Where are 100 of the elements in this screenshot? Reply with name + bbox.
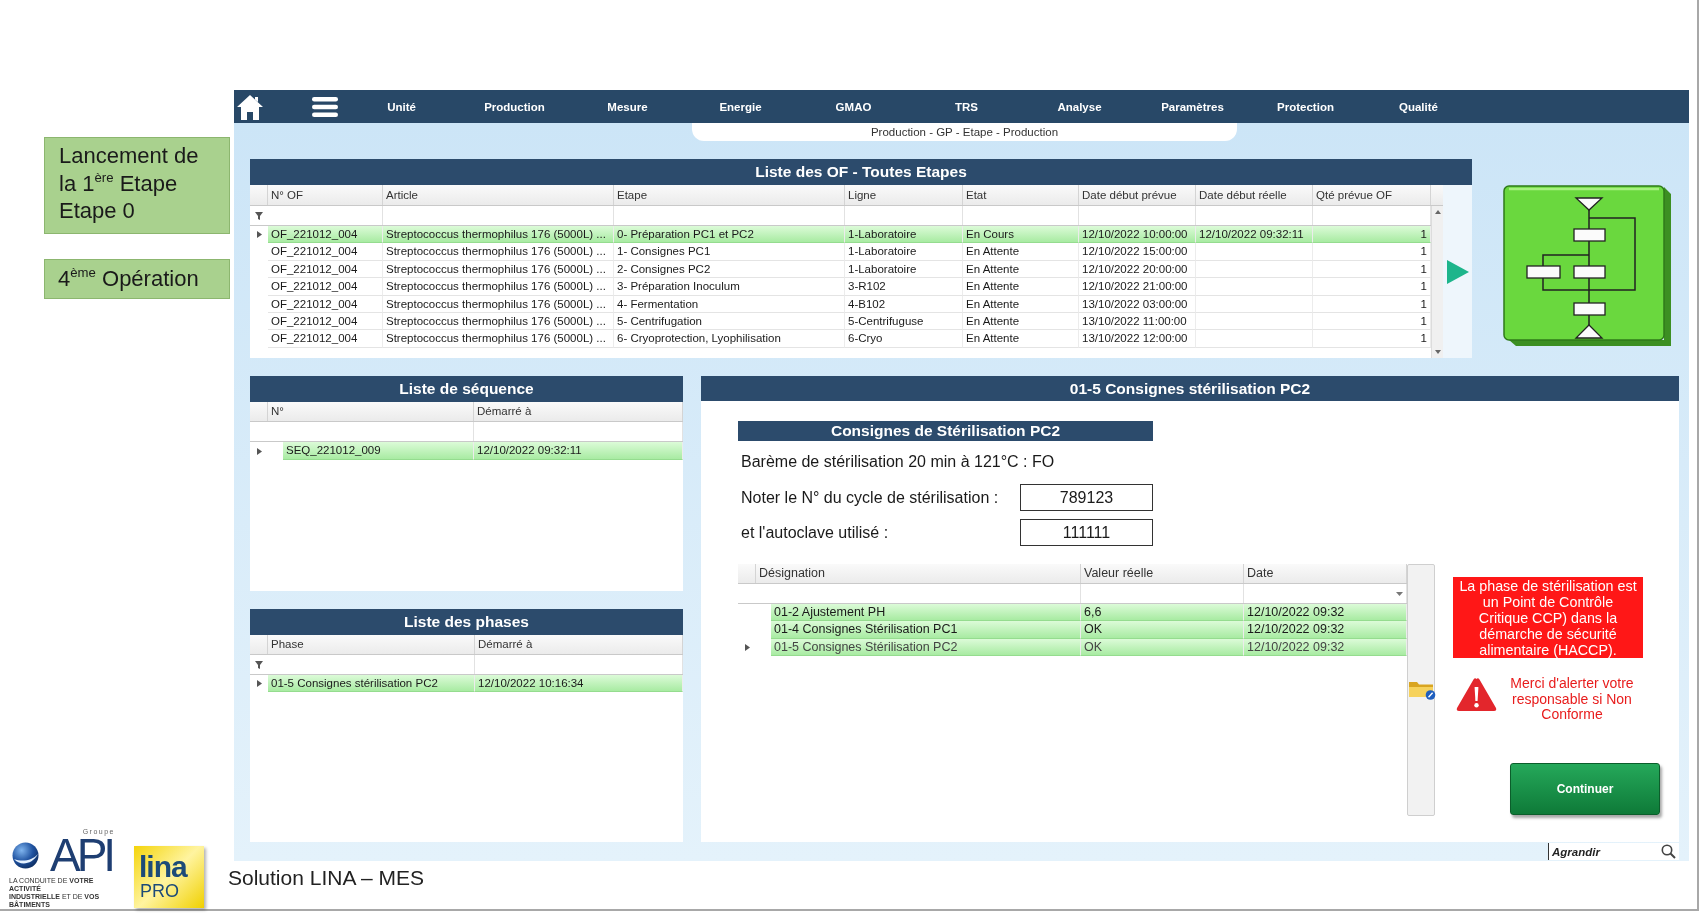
breadcrumb: Production - GP - Etape - Production — [692, 123, 1237, 141]
dropdown-icon[interactable] — [1396, 591, 1403, 596]
table-cell: Streptococcus thermophilus 176 (5000L) ... — [383, 226, 614, 244]
nav-item[interactable]: Energie — [684, 100, 797, 113]
table-row[interactable]: OF_221012_004 Streptococcus thermophilus 176 (5000L) ... 6- Cryoprotection, Lyophilisation 6-Cryo En Attente 13/10/2022 12:00:00 1 — [250, 330, 1431, 348]
table-row[interactable]: OF_221012_004 Streptococcus thermophilus 176 (5000L) ... 4- Fermentation 4-B102 En Attente 13/10/2022 03:00:00 1 — [250, 295, 1431, 313]
table-cell: En Cours — [963, 226, 1079, 244]
table-cell: En Attente — [963, 278, 1079, 296]
table-cell: 12/10/2022 21:00:00 — [1079, 278, 1196, 296]
footer-caption: Solution LINA – MES — [228, 866, 426, 890]
table-cell: 6- Cryoprotection, Lyophilisation — [614, 330, 845, 348]
table-cell: OF_221012_004 — [268, 330, 383, 348]
table-cell: En Attente — [963, 260, 1079, 279]
table-cell: 5- Centrifugation — [614, 312, 845, 331]
table-cell: OF_221012_004 — [268, 278, 383, 296]
filter-icon[interactable] — [255, 211, 263, 220]
nav-item[interactable]: Production — [458, 100, 571, 113]
continue-button[interactable]: Continuer — [1510, 762, 1660, 815]
column-header[interactable]: Etape — [614, 185, 845, 205]
warning-icon — [1456, 677, 1497, 712]
column-header[interactable]: Démarré à — [474, 402, 683, 421]
table-cell: Streptococcus thermophilus 176 (5000L) ... — [383, 295, 614, 313]
home-icon[interactable] — [236, 92, 264, 121]
column-header[interactable]: Article — [383, 185, 614, 205]
nav-item[interactable]: Unité — [345, 100, 458, 113]
table-cell: 13/10/2022 03:00:00 — [1079, 295, 1196, 313]
nav-item[interactable]: Paramètres — [1136, 100, 1249, 113]
table-row[interactable]: OF_221012_004 Streptococcus thermophilus 176 (5000L) ... 1- Consignes PC1 1-Laboratoire En Attente 12/10/2022 15:00:00 1 — [250, 243, 1431, 261]
table-cell: 12/10/2022 09:32 — [1244, 604, 1407, 622]
table-cell: 0- Préparation PC1 et PC2 — [614, 226, 845, 244]
column-header[interactable]: Désignation — [756, 564, 1081, 583]
input-field[interactable]: 789123 — [1020, 484, 1153, 511]
scroll-down-icon[interactable] — [1434, 350, 1441, 354]
filter-icon[interactable] — [255, 660, 263, 669]
table-cell: Streptococcus thermophilus 176 (5000L) ... — [383, 278, 614, 296]
column-header[interactable]: N° OF — [268, 185, 383, 205]
table-row[interactable]: OF_221012_004 Streptococcus thermophilus 176 (5000L) ... 5- Centrifugation 5-Centrifuguse En Attente 13/10/2022 11:00:00 1 — [250, 312, 1431, 331]
column-header[interactable]: N° — [268, 402, 474, 421]
table-row[interactable]: 01-5 Consignes Stérilisation PC2 OK 12/10/2022 09:32 — [738, 638, 1407, 657]
table-cell: Streptococcus thermophilus 176 (5000L) ... — [383, 260, 614, 279]
table-cell: 3- Préparation Inoculum — [614, 278, 845, 296]
table-cell: 12/10/2022 15:00:00 — [1079, 243, 1196, 261]
warning-text: Merci d'alerter votre responsable si Non Conforme — [1509, 676, 1635, 723]
scrollbar[interactable] — [1431, 206, 1443, 358]
table-row[interactable]: 01-5 Consignes stérilisation PC2 12/10/2022 10:16:34 — [250, 675, 683, 693]
table-cell: 13/10/2022 12:00:00 — [1079, 330, 1196, 348]
folder-icon[interactable] — [1408, 679, 1436, 700]
nav-item[interactable]: Protection — [1249, 100, 1362, 113]
row-marker-icon — [256, 231, 262, 239]
play-icon[interactable] — [1446, 259, 1469, 284]
table-cell: OF_221012_004 — [268, 226, 383, 244]
table-row[interactable]: 01-2 Ajustement PH 6,6 12/10/2022 09:32 — [738, 604, 1407, 622]
column-header[interactable]: Valeur réelle — [1081, 564, 1244, 583]
logo-edition: PRO — [140, 882, 179, 900]
input-field[interactable]: 111111 — [1020, 519, 1153, 546]
table-cell: Streptococcus thermophilus 176 (5000L) ... — [383, 330, 614, 348]
flowchart-icon — [1502, 184, 1673, 347]
column-header[interactable]: Date début réelle — [1196, 185, 1313, 205]
column-header[interactable]: Qté prévue OF — [1313, 185, 1431, 205]
search-icon[interactable] — [1661, 844, 1676, 859]
table-row[interactable]: OF_221012_004 Streptococcus thermophilus 176 (5000L) ... 3- Préparation Inoculum 3-R102 En Attente 12/10/2022 21:00:00 1 — [250, 278, 1431, 296]
table-row[interactable]: OF_221012_004 Streptococcus thermophilus 176 (5000L) ... 2- Consignes PC2 1-Laboratoire En Attente 12/10/2022 20:00:00 1 — [250, 260, 1431, 279]
table-cell: OF_221012_004 — [268, 243, 383, 261]
nav-item[interactable]: Mesure — [571, 100, 684, 113]
table-cell: 12/10/2022 10:00:00 — [1079, 226, 1196, 244]
sphere-icon — [11, 841, 40, 869]
scroll-up-icon[interactable] — [1434, 210, 1441, 214]
alert-box: La phase de stérilisation est un Point de Contrôle Critique CCP) dans la démarche de sécurité alimentaire (HACCP). — [1453, 577, 1643, 658]
field-label: Noter le N° du cycle de stérilisation : — [740, 488, 1000, 507]
table-row[interactable]: OF_221012_004 Streptococcus thermophilus 176 (5000L) ... 0- Préparation PC1 et PC2 1-Laboratoire En Cours 12/10/2022 10:00:00 12/10/2022 09:32:11 1 — [250, 226, 1431, 244]
nav-item[interactable]: GMAO — [797, 100, 910, 113]
column-header[interactable]: Ligne — [845, 185, 963, 205]
table-cell: 12/10/2022 09:32:11 — [474, 442, 683, 460]
table-row[interactable]: 01-4 Consignes Stérilisation PC1 OK 12/10/2022 09:32 — [738, 621, 1407, 639]
column-header[interactable]: Démarré à — [475, 635, 683, 654]
table-cell: 6-Cryo — [845, 330, 963, 348]
table-cell: 12/10/2022 20:00:00 — [1079, 260, 1196, 279]
table-cell: 01-5 Consignes stérilisation PC2 — [268, 675, 475, 693]
nav-item[interactable]: Qualité — [1362, 100, 1475, 113]
table-cell: 12/10/2022 10:16:34 — [475, 675, 683, 693]
table-cell: 1- Consignes PC1 — [614, 243, 845, 261]
table-row[interactable]: SEQ_221012_009 12/10/2022 09:32:11 — [250, 442, 683, 460]
column-header[interactable]: Date début prévue — [1079, 185, 1196, 205]
table-cell: 12/10/2022 09:32 — [1244, 621, 1407, 639]
note-label: 4$^{ème}$ Opération — [44, 259, 230, 299]
column-header[interactable]: Etat — [963, 185, 1079, 205]
table-cell: 6,6 — [1081, 604, 1244, 622]
table-cell: 01-2 Ajustement PH — [771, 604, 1081, 622]
table-cell: En Attente — [963, 295, 1079, 313]
table-cell: 1 — [1313, 226, 1431, 244]
menu-icon[interactable] — [312, 96, 338, 117]
nav-item[interactable]: TRS — [910, 100, 1023, 113]
table-cell: 3-R102 — [845, 278, 963, 296]
column-header[interactable]: Phase — [268, 635, 475, 654]
table-cell: 12/10/2022 09:32:11 — [1196, 226, 1313, 244]
nav-item[interactable]: Analyse — [1023, 100, 1136, 113]
table-cell: En Attente — [963, 243, 1079, 261]
zoom-button[interactable]: Agrandir — [1548, 843, 1679, 860]
table-cell: Streptococcus thermophilus 176 (5000L) ... — [383, 312, 614, 331]
panel-title: Liste des phases — [250, 609, 683, 635]
